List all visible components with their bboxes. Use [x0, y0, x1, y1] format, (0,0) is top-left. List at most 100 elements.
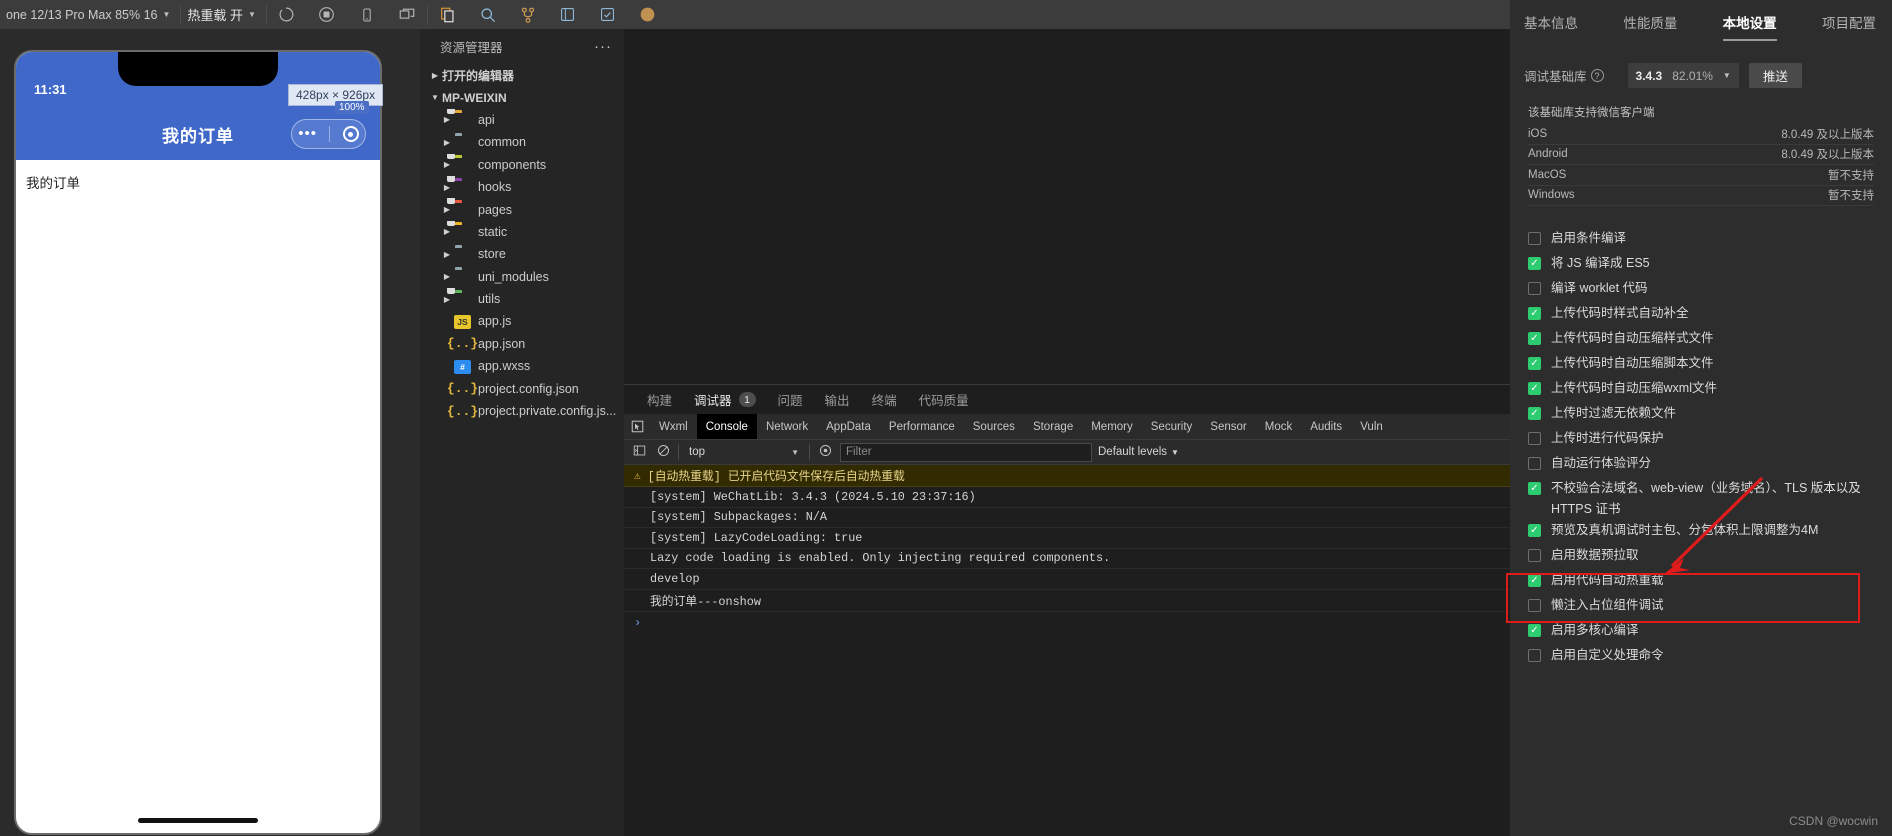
devtools-tab-storage[interactable]: Storage — [1024, 414, 1082, 439]
console-sidebar-icon[interactable] — [630, 444, 648, 460]
clear-console-icon[interactable] — [654, 444, 672, 460]
explorer-folder-pages[interactable]: ▶ pages — [420, 198, 624, 220]
devtools-tab-memory[interactable]: Memory — [1082, 414, 1142, 439]
explorer-folder-store[interactable]: ▶ store — [420, 243, 624, 265]
console-levels-selector[interactable]: Default levels ▼ — [1098, 446, 1179, 458]
setting-option-1[interactable]: 将 JS 编译成 ES5 — [1510, 253, 1892, 278]
devtools-tab-performance[interactable]: Performance — [880, 414, 964, 439]
explorer-file-app.wxss[interactable]: ▶#app.wxss — [420, 355, 624, 377]
checkbox[interactable] — [1528, 307, 1541, 320]
settings-tab-项目配置[interactable]: 项目配置 — [1822, 12, 1876, 41]
explorer-folder-components[interactable]: ▶ components — [420, 153, 624, 176]
multi-window-icon[interactable] — [387, 0, 427, 29]
setting-option-9[interactable]: 自动运行体验评分 — [1510, 453, 1892, 478]
setting-option-4[interactable]: 上传代码时自动压缩样式文件 — [1510, 328, 1892, 353]
push-button[interactable]: 推送 — [1748, 63, 1802, 88]
console-settings-eye-icon[interactable] — [816, 444, 834, 460]
settings-tab-基本信息[interactable]: 基本信息 — [1524, 12, 1578, 41]
simulator-zoom-badge[interactable]: 100% — [335, 101, 369, 114]
explorer-folder-common[interactable]: ▶ common — [420, 131, 624, 153]
debug-library-select[interactable]: 3.4.3 82.01% ▼ — [1627, 63, 1739, 88]
checkbox[interactable] — [1528, 257, 1541, 270]
source-control-icon[interactable] — [508, 0, 548, 29]
inspect-element-icon[interactable] — [624, 414, 650, 439]
checkbox[interactable] — [1528, 549, 1541, 562]
test-icon[interactable] — [588, 0, 628, 29]
extensions-icon[interactable] — [548, 0, 588, 29]
checkbox[interactable] — [1528, 524, 1541, 537]
setting-option-8[interactable]: 上传时进行代码保护 — [1510, 428, 1892, 453]
refresh-icon[interactable] — [267, 0, 307, 29]
hot-reload-selector[interactable]: 热重载 开 ▼ — [181, 0, 266, 29]
setting-option-15[interactable]: 启用多核心编译 — [1510, 620, 1892, 645]
devtools-tab-security[interactable]: Security — [1142, 414, 1202, 439]
explorer-folder-api[interactable]: ▶ api — [420, 108, 624, 131]
setting-option-12[interactable]: 启用数据预拉取 — [1510, 545, 1892, 570]
setting-option-11[interactable]: 预览及真机调试时主包、分包体积上限调整为4M — [1510, 520, 1892, 545]
checkbox[interactable] — [1528, 357, 1541, 370]
capsule-menu-icon[interactable]: ••• — [298, 126, 317, 141]
setting-option-10[interactable]: 不校验合法域名、web-view（业务域名）、TLS 版本以及 HTTPS 证书 — [1510, 478, 1892, 520]
console-context-selector[interactable]: top ▼ — [685, 443, 803, 462]
cloud-icon[interactable] — [628, 0, 668, 29]
panel-tab-输出[interactable]: 输出 — [814, 385, 861, 414]
checkbox[interactable] — [1528, 457, 1541, 470]
setting-option-14[interactable]: 懒注入占位组件调试 — [1510, 595, 1892, 620]
copy-files-icon[interactable] — [428, 0, 468, 29]
panel-tab-构建[interactable]: 构建 — [636, 385, 683, 414]
devtools-tab-vuln[interactable]: Vuln — [1351, 414, 1392, 439]
explorer-file-project.private.config.js...[interactable]: ▶{..}project.private.config.js... — [420, 400, 624, 422]
devtools-tab-sensor[interactable]: Sensor — [1201, 414, 1255, 439]
checkbox[interactable] — [1528, 332, 1541, 345]
devtools-tab-audits[interactable]: Audits — [1301, 414, 1351, 439]
checkbox[interactable] — [1528, 482, 1541, 495]
help-icon[interactable]: ? — [1590, 69, 1604, 82]
setting-option-0[interactable]: 启用条件编译 — [1510, 228, 1892, 253]
checkbox[interactable] — [1528, 624, 1541, 637]
settings-tab-性能质量[interactable]: 性能质量 — [1623, 12, 1677, 41]
devtools-tab-network[interactable]: Network — [757, 414, 817, 439]
devtools-tab-console[interactable]: Console — [696, 414, 757, 439]
explorer-folder-static[interactable]: ▶ static — [420, 220, 624, 243]
console-input-prompt[interactable]: › — [624, 612, 1510, 634]
setting-option-5[interactable]: 上传代码时自动压缩脚本文件 — [1510, 353, 1892, 378]
explorer-project-root[interactable]: ▼ MP-WEIXIN — [420, 86, 624, 108]
checkbox[interactable] — [1528, 432, 1541, 445]
setting-option-7[interactable]: 上传时过滤无依赖文件 — [1510, 403, 1892, 428]
explorer-file-app.json[interactable]: ▶{..}app.json — [420, 333, 624, 355]
stop-record-icon[interactable] — [307, 0, 347, 29]
phone-icon[interactable] — [347, 0, 387, 29]
devtools-tab-sources[interactable]: Sources — [964, 414, 1024, 439]
panel-tab-调试器[interactable]: 调试器 1 — [683, 385, 767, 414]
setting-option-2[interactable]: 编译 worklet 代码 — [1510, 278, 1892, 303]
panel-tab-代码质量[interactable]: 代码质量 — [908, 385, 980, 414]
checkbox[interactable] — [1528, 574, 1541, 587]
explorer-folder-utils[interactable]: ▶ utils — [420, 287, 624, 310]
setting-option-16[interactable]: 启用自定义处理命令 — [1510, 645, 1892, 670]
explorer-file-project.config.json[interactable]: ▶{..}project.config.json — [420, 377, 624, 399]
panel-tab-问题[interactable]: 问题 — [767, 385, 814, 414]
explorer-file-app.js[interactable]: ▶JSapp.js — [420, 310, 624, 332]
console-filter-input[interactable]: Filter — [840, 442, 1092, 462]
explorer-more-icon[interactable]: ··· — [594, 38, 612, 55]
checkbox[interactable] — [1528, 382, 1541, 395]
capsule-close-icon[interactable] — [342, 126, 359, 142]
setting-option-3[interactable]: 上传代码时样式自动补全 — [1510, 303, 1892, 328]
explorer-folder-hooks[interactable]: ▶ hooks — [420, 175, 624, 198]
checkbox[interactable] — [1528, 599, 1541, 612]
checkbox[interactable] — [1528, 649, 1541, 662]
explorer-folder-uni_modules[interactable]: ▶ uni_modules — [420, 266, 624, 288]
setting-option-13[interactable]: 启用代码自动热重载 — [1510, 570, 1892, 595]
devtools-tab-wxml[interactable]: Wxml — [650, 414, 697, 439]
device-selector[interactable]: one 12/13 Pro Max 85% 16 ▼ — [0, 0, 180, 29]
search-icon[interactable] — [468, 0, 508, 29]
checkbox[interactable] — [1528, 232, 1541, 245]
devtools-tab-appdata[interactable]: AppData — [817, 414, 880, 439]
setting-option-6[interactable]: 上传代码时自动压缩wxml文件 — [1510, 378, 1892, 403]
settings-tab-本地设置[interactable]: 本地设置 — [1722, 12, 1777, 41]
panel-tab-终端[interactable]: 终端 — [861, 385, 908, 414]
devtools-tab-mock[interactable]: Mock — [1256, 414, 1301, 439]
checkbox[interactable] — [1528, 407, 1541, 420]
explorer-open-editors[interactable]: ▶ 打开的编辑器 — [420, 64, 624, 86]
wechat-capsule[interactable]: ••• — [291, 119, 366, 149]
